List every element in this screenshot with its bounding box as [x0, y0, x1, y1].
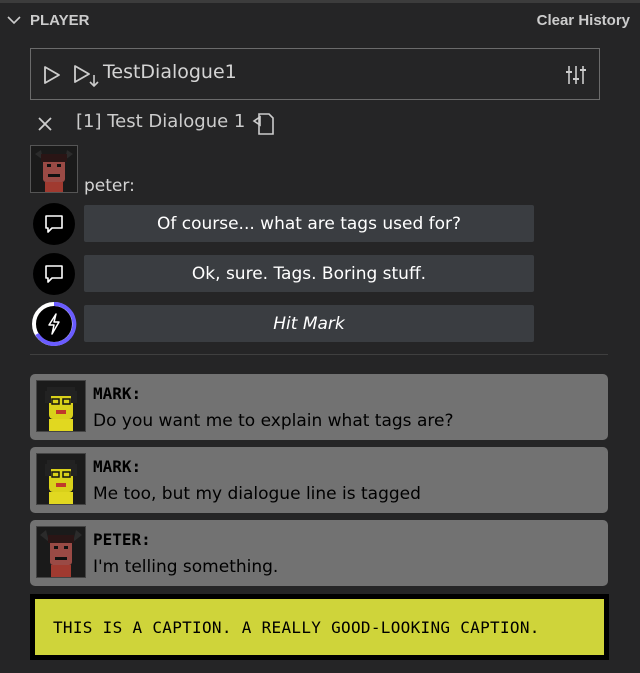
current-dialogue-row: [1] Test Dialogue 1 — [36, 109, 596, 139]
history-line: MARK: Me too, but my dialogue line is ta… — [30, 447, 608, 513]
caption-text: THIS IS A CAPTION. A REALLY GOOD-LOOKING… — [35, 599, 604, 655]
speech-bubble-icon — [33, 203, 75, 245]
history-speaker: PETER: — [93, 530, 151, 549]
history-line: MARK: Do you want me to explain what tag… — [30, 374, 608, 440]
mark-avatar — [36, 453, 86, 505]
history-text: I'm telling something. — [93, 557, 279, 577]
mark-avatar — [36, 380, 86, 432]
settings-sliders-icon[interactable] — [565, 64, 587, 86]
choice-option-2[interactable]: Ok, sure. Tags. Boring stuff. — [84, 255, 534, 292]
dialogue-title: [1] Test Dialogue 1 — [76, 111, 246, 132]
history-speaker: MARK: — [93, 457, 142, 476]
go-to-file-icon[interactable] — [251, 111, 277, 137]
history-speaker: MARK: — [93, 384, 142, 403]
dialogue-name: TestDialogue1 — [103, 61, 237, 83]
caption-box: THIS IS A CAPTION. A REALLY GOOD-LOOKING… — [30, 594, 609, 660]
peter-avatar — [30, 145, 78, 193]
history-text: Me too, but my dialogue line is tagged — [93, 484, 421, 504]
speaker-name: peter: — [84, 176, 135, 196]
choice-option-3[interactable]: Hit Mark — [84, 305, 534, 342]
close-icon[interactable] — [36, 115, 54, 133]
chevron-down-icon[interactable] — [7, 15, 21, 25]
history-text: Do you want me to explain what tags are? — [93, 411, 454, 431]
choice-option-1[interactable]: Of course... what are tags used for? — [84, 205, 534, 242]
speech-bubble-icon — [33, 253, 75, 295]
peter-avatar — [36, 526, 86, 578]
divider — [30, 354, 608, 355]
step-play-icon[interactable] — [73, 63, 101, 89]
panel-title: PLAYER — [30, 12, 90, 29]
dialogue-selector[interactable]: TestDialogue1 — [30, 48, 600, 100]
play-icon[interactable] — [43, 65, 61, 85]
lightning-icon — [32, 301, 77, 346]
history-line: PETER: I'm telling something. — [30, 520, 608, 586]
clear-history-button[interactable]: Clear History — [537, 12, 630, 29]
panel-header[interactable]: PLAYER Clear History — [0, 3, 640, 39]
